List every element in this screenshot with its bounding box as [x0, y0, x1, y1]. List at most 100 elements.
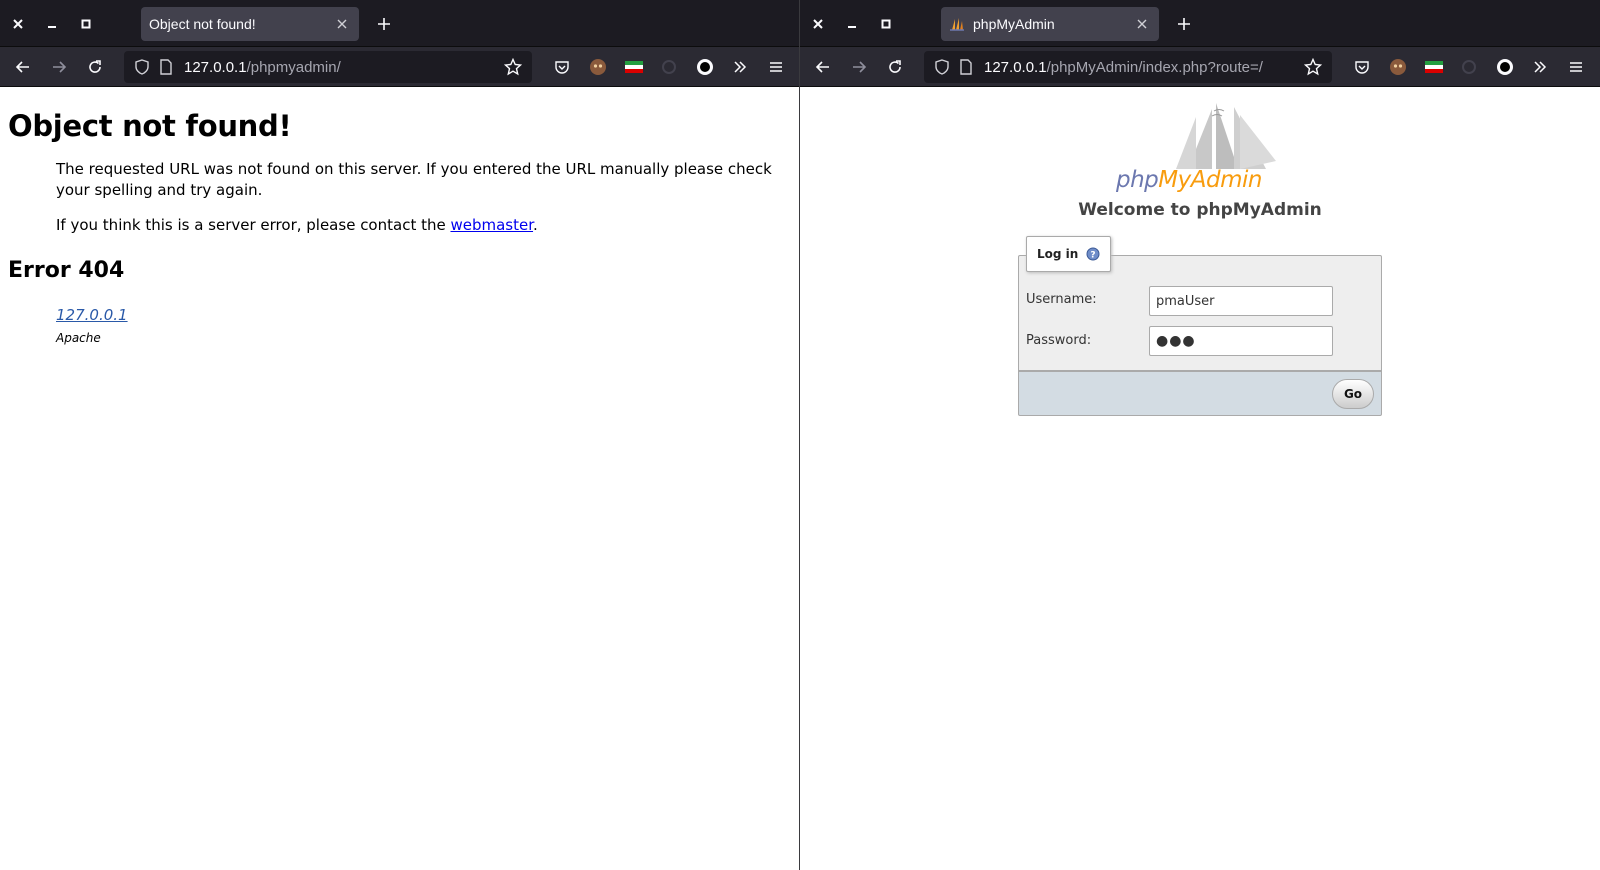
- extension-ghost-button[interactable]: [1459, 57, 1479, 77]
- forward-button[interactable]: [847, 55, 871, 79]
- server-address: 127.0.0.1 Apache: [56, 305, 788, 349]
- star-icon: [1304, 58, 1322, 76]
- record-icon: [1497, 59, 1513, 75]
- maximize-icon: [81, 19, 91, 29]
- chevrons-right-icon: [734, 61, 747, 73]
- browser-window-left: Object not found! 127.0.0.1/phpmyadmin/: [0, 0, 799, 870]
- window-maximize-button[interactable]: [74, 12, 98, 36]
- page-icon[interactable]: [956, 57, 976, 77]
- url-bar[interactable]: 127.0.0.1/phpMyAdmin/index.php?route=/: [924, 51, 1332, 83]
- page-icon[interactable]: [156, 57, 176, 77]
- app-menu-button[interactable]: [766, 57, 786, 77]
- extension-flag-button[interactable]: [1424, 57, 1444, 77]
- error-page: Object not found! The requested URL was …: [8, 87, 788, 349]
- contact-suffix: .: [533, 216, 538, 234]
- bookmark-star-button[interactable]: [1302, 56, 1324, 78]
- extension-ghost-button[interactable]: [659, 57, 679, 77]
- back-button[interactable]: [811, 55, 835, 79]
- contact-message: If you think this is a server error, ple…: [56, 215, 788, 236]
- password-input[interactable]: ●●●: [1149, 326, 1333, 356]
- url-host: 127.0.0.1: [184, 58, 247, 76]
- overflow-menu-button[interactable]: [1530, 57, 1550, 77]
- reload-icon: [89, 60, 101, 73]
- url-text[interactable]: 127.0.0.1/phpmyadmin/: [184, 59, 502, 76]
- login-legend-text: Log in: [1037, 247, 1079, 261]
- extension-avatar-button[interactable]: [1388, 57, 1408, 77]
- bookmark-star-button[interactable]: [502, 56, 524, 78]
- tab-object-not-found[interactable]: Object not found!: [141, 7, 359, 41]
- help-icon[interactable]: ?: [1086, 247, 1100, 261]
- window-minimize-button[interactable]: [840, 12, 864, 36]
- ghost-icon: [662, 60, 676, 74]
- extension-circle-button[interactable]: [695, 57, 715, 77]
- welcome-heading: Welcome to phpMyAdmin: [1078, 200, 1322, 220]
- server-signature: Apache: [56, 331, 101, 345]
- close-icon: [813, 19, 823, 29]
- tab-title: Object not found!: [149, 16, 256, 32]
- close-icon: [1137, 19, 1147, 29]
- shield-icon[interactable]: [132, 57, 152, 77]
- plus-icon: [1178, 18, 1190, 30]
- login-legend: Log in ?: [1026, 236, 1112, 272]
- forward-button[interactable]: [47, 55, 71, 79]
- reload-button[interactable]: [83, 55, 107, 79]
- nav-bar: 127.0.0.1/phpMyAdmin/index.php?route=/: [800, 47, 1600, 87]
- login-footer: Go: [1018, 371, 1382, 416]
- phpmyadmin-logo: phpMyAdmin: [1116, 99, 1286, 194]
- new-tab-button[interactable]: [1172, 12, 1196, 36]
- go-button[interactable]: Go: [1332, 379, 1374, 409]
- flag-icon: [1425, 61, 1443, 73]
- back-button[interactable]: [11, 55, 35, 79]
- error-message: The requested URL was not found on this …: [56, 160, 772, 199]
- pocket-button[interactable]: [1352, 57, 1372, 77]
- minimize-icon: [48, 26, 56, 28]
- url-path: /phpmyadmin/: [246, 58, 341, 76]
- new-tab-button[interactable]: [372, 12, 396, 36]
- app-menu-button[interactable]: [1566, 57, 1586, 77]
- back-arrow-icon: [15, 61, 29, 73]
- tab-close-button[interactable]: [333, 15, 351, 33]
- reload-button[interactable]: [883, 55, 907, 79]
- shield-icon[interactable]: [932, 57, 952, 77]
- error-code-heading: Error 404: [8, 258, 125, 283]
- tab-title: phpMyAdmin: [973, 16, 1055, 32]
- close-icon: [337, 19, 347, 29]
- url-host: 127.0.0.1: [984, 58, 1047, 76]
- forward-arrow-icon: [853, 61, 867, 73]
- extension-flag-button[interactable]: [624, 57, 644, 77]
- tab-bar: Object not found!: [0, 0, 799, 47]
- pocket-icon: [1355, 61, 1369, 74]
- logo-php: php: [1116, 167, 1159, 193]
- svg-text:?: ?: [1091, 251, 1096, 261]
- extension-avatar-button[interactable]: [588, 57, 608, 77]
- webmaster-link[interactable]: webmaster: [450, 216, 533, 234]
- avatar-extension-icon: [1390, 59, 1406, 75]
- tab-bar: phpMyAdmin: [800, 0, 1600, 47]
- avatar-extension-icon: [590, 59, 606, 75]
- window-maximize-button[interactable]: [874, 12, 898, 36]
- minimize-icon: [848, 26, 856, 28]
- contact-text: If you think this is a server error, ple…: [56, 216, 451, 234]
- window-minimize-button[interactable]: [40, 12, 64, 36]
- window-close-button[interactable]: [806, 12, 830, 36]
- reload-icon: [889, 60, 901, 73]
- server-address-link[interactable]: 127.0.0.1: [56, 306, 128, 324]
- username-input[interactable]: pmaUser: [1149, 286, 1333, 316]
- star-icon: [504, 58, 522, 76]
- extension-circle-button[interactable]: [1495, 57, 1515, 77]
- forward-arrow-icon: [53, 61, 67, 73]
- hamburger-icon: [1570, 62, 1582, 72]
- page-title: Object not found!: [8, 109, 292, 143]
- tab-close-button[interactable]: [1133, 15, 1151, 33]
- overflow-menu-button[interactable]: [730, 57, 750, 77]
- url-text[interactable]: 127.0.0.1/phpMyAdmin/index.php?route=/: [984, 59, 1302, 76]
- pocket-icon: [555, 61, 569, 74]
- login-fieldset: Username: pmaUser Password: ●●●: [1018, 255, 1382, 371]
- username-label: Username:: [1026, 292, 1097, 307]
- phpmyadmin-favicon-icon: [949, 16, 967, 32]
- url-bar[interactable]: 127.0.0.1/phpmyadmin/: [124, 51, 532, 83]
- pocket-button[interactable]: [552, 57, 572, 77]
- window-close-button[interactable]: [6, 12, 30, 36]
- chevrons-right-icon: [1534, 61, 1547, 73]
- tab-phpmyadmin[interactable]: phpMyAdmin: [941, 7, 1159, 41]
